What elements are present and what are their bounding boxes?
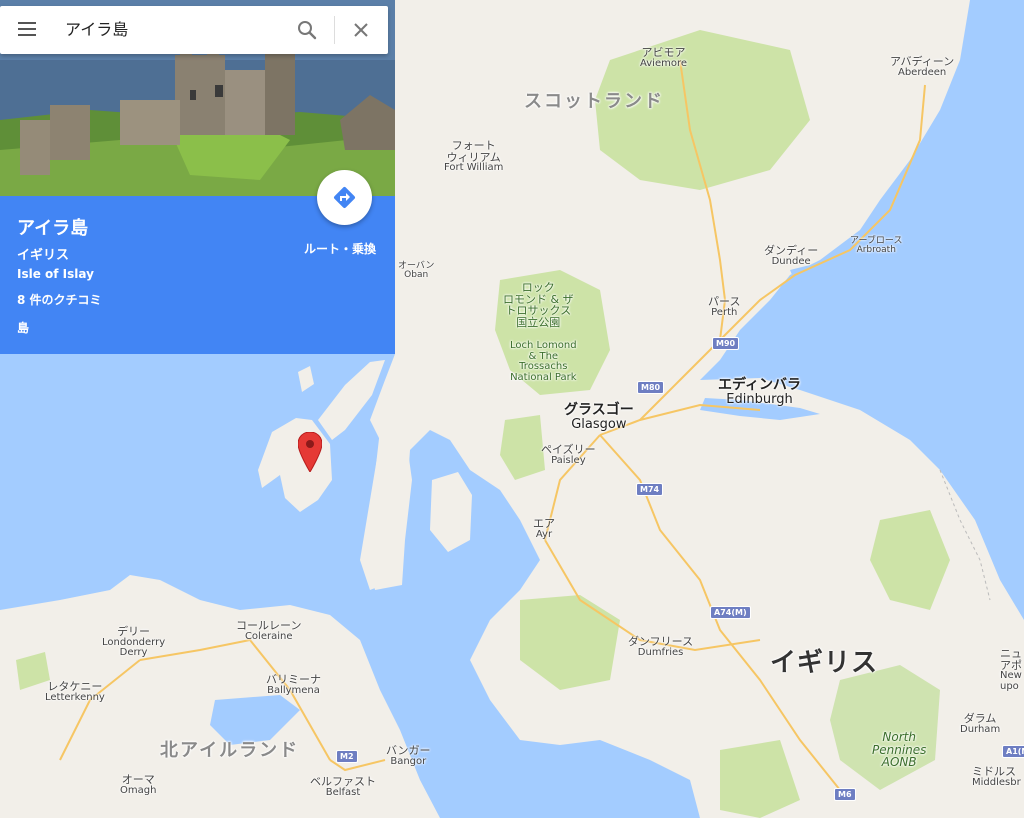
menu-button[interactable] xyxy=(12,18,44,42)
city-label-ballymena[interactable]: バリミーナ Ballymena xyxy=(266,674,321,696)
park-label-loch-lomond-en[interactable]: Loch Lomond & The Trossachs National Par… xyxy=(510,340,577,383)
search-input[interactable] xyxy=(63,17,287,38)
directions-icon xyxy=(334,187,355,208)
place-title: アイラ島 xyxy=(17,218,89,239)
city-label-middlesbrough[interactable]: ミドルス Middlesbr xyxy=(972,766,1021,788)
city-label-aviemore[interactable]: アビモア Aviemore xyxy=(640,47,687,69)
city-label-glasgow[interactable]: グラスゴー Glasgow xyxy=(564,403,634,431)
close-icon[interactable] xyxy=(350,19,372,41)
location-pin-icon[interactable] xyxy=(298,432,322,472)
city-label-bangor[interactable]: バンガー Bangor xyxy=(386,745,431,767)
city-label-arbroath[interactable]: アーブロース Arbroath xyxy=(850,236,902,256)
road-shield-a1m: A1(M) xyxy=(1002,745,1024,758)
region-label-northern-ireland: 北アイルランド xyxy=(160,740,300,761)
city-label-omagh[interactable]: オーマ Omagh xyxy=(120,774,156,796)
country-label-uk: イギリス xyxy=(770,648,879,678)
road-shield-m80: M80 xyxy=(637,381,665,394)
menu-icon xyxy=(18,22,36,24)
directions-button[interactable] xyxy=(317,170,372,225)
search-icon[interactable] xyxy=(296,19,318,41)
road-shield-m6: M6 xyxy=(834,788,856,801)
city-label-ayr[interactable]: エア Ayr xyxy=(533,518,555,540)
road-shield-m90: M90 xyxy=(712,337,740,350)
place-country: イギリス xyxy=(17,248,70,263)
region-label-scotland: スコットランド xyxy=(524,91,664,112)
city-label-durham[interactable]: ダラム Durham xyxy=(960,713,1000,735)
park-label-north-pennines[interactable]: North Pennines AONB xyxy=(872,731,926,769)
search-divider xyxy=(334,16,335,44)
road-shield-m74: M74 xyxy=(636,483,664,496)
city-label-newcastle[interactable]: ニュ アポ New upo xyxy=(1000,648,1022,692)
road-shield-m2: M2 xyxy=(336,750,358,763)
road-shield-a74m: A74(M) xyxy=(710,606,751,619)
directions-label[interactable]: ルート・乗換 xyxy=(304,240,376,257)
city-label-dumfries[interactable]: ダンフリース Dumfries xyxy=(628,636,693,658)
city-label-perth[interactable]: パース Perth xyxy=(708,296,740,318)
city-label-oban[interactable]: オーバン Oban xyxy=(398,261,434,281)
city-label-dundee[interactable]: ダンディー Dundee xyxy=(764,245,818,267)
park-label-loch-lomond-ja[interactable]: ロック ロモンド & ザ トロサックス 国立公園 xyxy=(503,282,574,328)
place-english-name: Isle of Islay xyxy=(17,267,94,281)
city-label-edinburgh[interactable]: エディンバラ Edinburgh xyxy=(718,378,801,406)
city-label-coleraine[interactable]: コールレーン Coleraine xyxy=(236,620,301,642)
city-label-aberdeen[interactable]: アバディーン Aberdeen xyxy=(890,56,954,78)
city-label-derry[interactable]: デリー Londonderry Derry xyxy=(102,626,165,659)
city-label-belfast[interactable]: ベルファスト Belfast xyxy=(310,776,376,798)
city-label-fort-william[interactable]: フォート ウィリアム Fort William xyxy=(444,140,503,174)
reviews-link[interactable]: 8 件のクチコミ xyxy=(17,291,102,308)
city-label-paisley[interactable]: ペイズリー Paisley xyxy=(541,444,596,466)
search-box xyxy=(0,6,388,54)
city-label-letterkenny[interactable]: レタケニー Letterkenny xyxy=(45,681,105,703)
place-type: 島 xyxy=(17,321,30,335)
